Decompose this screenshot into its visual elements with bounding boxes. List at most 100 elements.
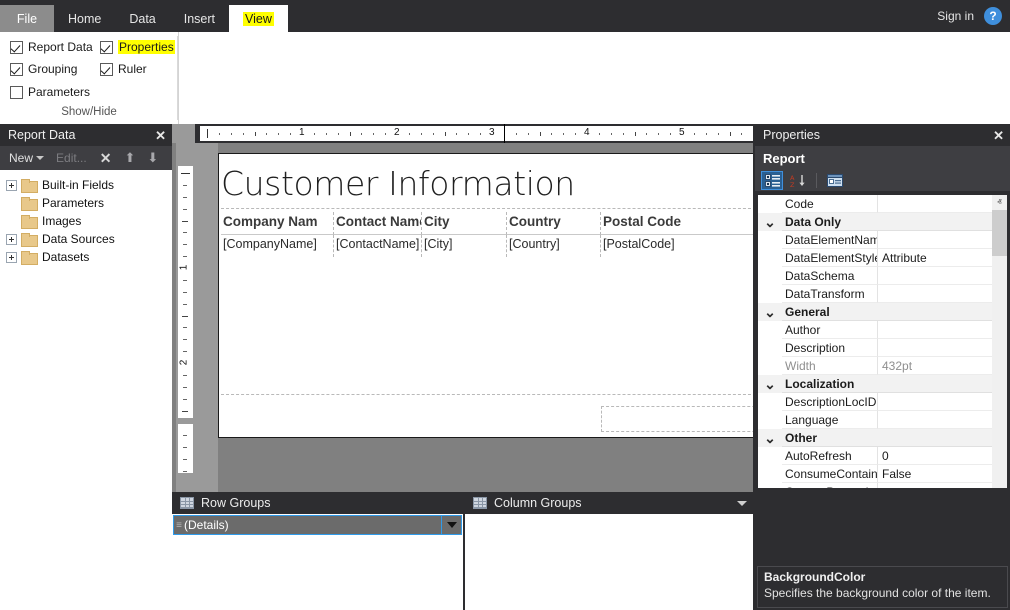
property-row[interactable]: DataTransform	[758, 285, 992, 303]
tablix-data-cell[interactable]: [Country]	[507, 235, 601, 257]
page-footer-textbox[interactable]: [&Executio	[601, 406, 755, 432]
tree-item-built-in-fields[interactable]: Built-in Fields	[0, 176, 172, 194]
tablix-header-cell[interactable]: Country	[507, 212, 601, 235]
property-pages-icon[interactable]	[824, 171, 846, 190]
property-value[interactable]	[878, 231, 992, 249]
close-icon[interactable]: ✕	[993, 129, 1004, 142]
property-row[interactable]: Description	[758, 339, 992, 357]
row-indent	[758, 195, 782, 213]
tree-item-datasets[interactable]: Datasets	[0, 248, 172, 266]
property-value[interactable]	[878, 483, 992, 489]
new-button[interactable]: New	[4, 149, 49, 167]
ruler-tick	[183, 435, 187, 436]
property-row[interactable]: Author	[758, 321, 992, 339]
report-body[interactable]: Customer Information Company Nam Contact …	[218, 153, 755, 438]
chevron-down-icon[interactable]: ⌄	[758, 303, 782, 321]
property-category-row[interactable]: ⌄ Data Only	[758, 213, 992, 231]
checkbox-parameters[interactable]: Parameters	[10, 85, 90, 99]
ribbon-tab-home[interactable]: Home	[54, 5, 115, 32]
property-row[interactable]: DataElementNam	[758, 231, 992, 249]
checkbox-empty-icon[interactable]	[10, 86, 23, 99]
column-groups-list[interactable]	[465, 514, 755, 610]
report-title-textbox[interactable]: Customer Information	[221, 159, 755, 209]
property-category-row[interactable]: ⌄ Localization	[758, 375, 992, 393]
tablix-header-cell[interactable]: Postal Code	[601, 212, 755, 235]
tree-item-data-sources[interactable]: Data Sources	[0, 230, 172, 248]
property-value[interactable]: 0	[878, 447, 992, 465]
property-category-row[interactable]: ⌄ Other	[758, 429, 992, 447]
row-group-item-details[interactable]: ≡ (Details)	[173, 515, 462, 535]
tablix-detail-row[interactable]: [CompanyName] [ContactName] [City] [Country…	[221, 235, 755, 257]
chevron-down-icon[interactable]: ⌄	[758, 375, 782, 393]
checkmark-icon[interactable]	[10, 63, 23, 76]
property-value[interactable]: False	[878, 465, 992, 483]
categorized-view-icon[interactable]	[761, 171, 783, 190]
row-groups-list[interactable]: ≡ (Details)	[172, 514, 463, 610]
checkbox-properties[interactable]: Properties	[100, 40, 175, 54]
sign-in-link[interactable]: Sign in	[937, 9, 974, 23]
tablix-header-cell[interactable]: Company Nam	[221, 212, 334, 235]
checkbox-ruler[interactable]: Ruler	[100, 62, 147, 76]
row-group-dropdown-button[interactable]	[441, 516, 461, 534]
help-icon[interactable]: ?	[984, 7, 1002, 25]
expand-icon[interactable]	[6, 252, 17, 263]
tree-item-images[interactable]: Images	[0, 212, 172, 230]
chevron-down-icon	[36, 156, 44, 160]
scrollbar-thumb[interactable]	[992, 210, 1007, 256]
scroll-down-icon[interactable]: ⱟ	[992, 473, 1007, 488]
property-row[interactable]: AutoRefresh 0	[758, 447, 992, 465]
move-up-icon[interactable]: ⬆	[119, 150, 140, 166]
property-value[interactable]	[878, 285, 992, 303]
property-row[interactable]: CustomProperties	[758, 483, 992, 489]
property-value[interactable]: Attribute	[878, 249, 992, 267]
tablix-header-cell[interactable]: Contact Name	[334, 212, 422, 235]
ribbon-tab-insert[interactable]: Insert	[170, 5, 229, 32]
chevron-down-icon[interactable]	[737, 501, 747, 506]
tablix-data-cell[interactable]: [ContactName]	[334, 235, 422, 257]
property-value[interactable]	[878, 411, 992, 429]
tablix-data-cell[interactable]: [City]	[422, 235, 507, 257]
property-row[interactable]: ConsumeContain False	[758, 465, 992, 483]
chevron-down-icon[interactable]: ⌄	[758, 213, 782, 231]
property-row[interactable]: Code	[758, 195, 992, 213]
property-row[interactable]: DataSchema	[758, 267, 992, 285]
scroll-up-icon[interactable]: ⱏ	[992, 195, 1007, 210]
delete-icon[interactable]: ✕	[94, 150, 118, 167]
expand-icon[interactable]	[6, 234, 17, 245]
expand-icon[interactable]	[6, 180, 17, 191]
properties-grid[interactable]: Code ⌄ Data Only DataElementNam DataElementS…	[757, 194, 1008, 489]
tablix-header-cell[interactable]: City	[422, 212, 507, 235]
checkmark-icon[interactable]	[100, 63, 113, 76]
ribbon-tab-view[interactable]: View	[229, 5, 288, 32]
checkmark-icon[interactable]	[100, 41, 113, 54]
tablix-data-cell[interactable]: [CompanyName]	[221, 235, 334, 257]
checkbox-grouping[interactable]: Grouping	[10, 62, 77, 76]
ribbon-tab-data[interactable]: Data	[115, 5, 169, 32]
alphabetical-sort-icon[interactable]: A Z	[787, 171, 809, 190]
property-value[interactable]	[878, 393, 992, 411]
edit-button[interactable]: Edit...	[51, 149, 92, 167]
property-value[interactable]	[878, 321, 992, 339]
property-category-row[interactable]: ⌄ General	[758, 303, 992, 321]
tablix[interactable]: Company Nam Contact Name City Country Postal…	[221, 212, 755, 257]
property-row[interactable]: Width 432pt	[758, 357, 992, 375]
properties-grid-scrollbar[interactable]: ⱏ ⱟ	[992, 195, 1007, 488]
tablix-data-cell[interactable]: [PostalCode]	[601, 235, 755, 257]
property-row[interactable]: DataElementStyle Attribute	[758, 249, 992, 267]
tablix-header-row[interactable]: Company Nam Contact Name City Country Postal…	[221, 212, 755, 235]
property-value[interactable]	[878, 195, 992, 213]
checkmark-icon[interactable]	[10, 41, 23, 54]
property-row[interactable]: Language	[758, 411, 992, 429]
close-icon[interactable]: ✕	[155, 129, 166, 142]
property-value[interactable]: 432pt	[878, 357, 992, 375]
ruler-label: 4	[584, 127, 590, 138]
ribbon-tab-file[interactable]: File	[0, 5, 54, 32]
drag-handle-icon[interactable]: ≡	[174, 520, 184, 531]
property-row[interactable]: DescriptionLocID	[758, 393, 992, 411]
checkbox-report-data[interactable]: Report Data	[10, 40, 93, 54]
property-value[interactable]	[878, 267, 992, 285]
tree-item-parameters[interactable]: Parameters	[0, 194, 172, 212]
chevron-down-icon[interactable]: ⌄	[758, 429, 782, 447]
move-down-icon[interactable]: ⬇	[142, 150, 163, 166]
property-value[interactable]	[878, 339, 992, 357]
